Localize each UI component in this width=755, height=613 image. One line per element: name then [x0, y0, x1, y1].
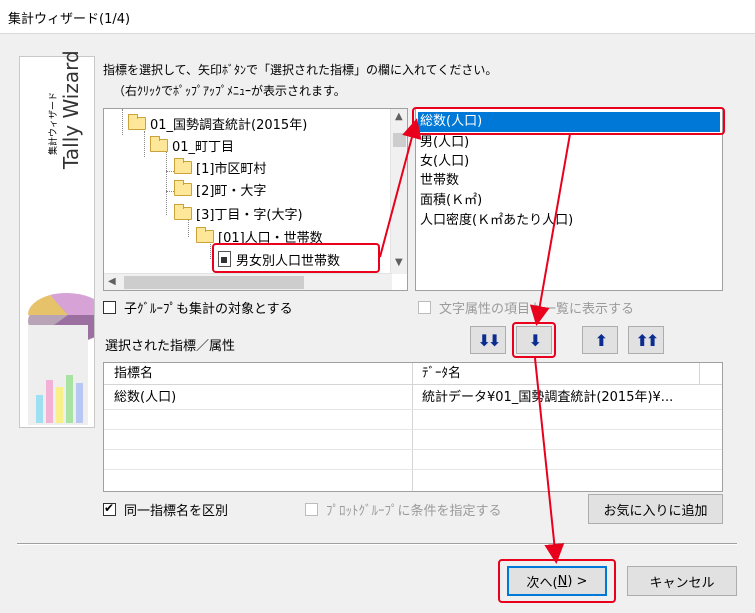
arrow-add-to-next — [534, 357, 565, 564]
arrow-tree-to-list — [379, 118, 422, 258]
arrow-list-to-add — [529, 133, 571, 326]
annotation-arrows — [379, 118, 571, 564]
